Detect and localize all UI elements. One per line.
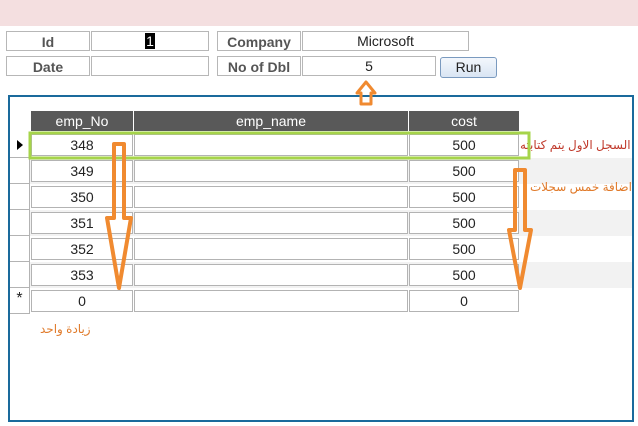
top-bar bbox=[0, 0, 638, 26]
emp-name-cell[interactable] bbox=[134, 264, 408, 286]
row-selector[interactable] bbox=[10, 184, 30, 210]
no-of-dbl-label: No of Dbl bbox=[217, 56, 301, 76]
emp-no-cell[interactable]: 350 bbox=[31, 186, 133, 208]
new-emp-name-cell[interactable] bbox=[134, 290, 408, 312]
date-field[interactable] bbox=[91, 56, 209, 76]
run-button[interactable]: Run bbox=[440, 57, 497, 78]
emp-no-cell[interactable]: 349 bbox=[31, 160, 133, 182]
cost-cell[interactable]: 500 bbox=[409, 212, 519, 234]
date-label: Date bbox=[6, 56, 90, 76]
column-header-emp-name[interactable]: emp_name bbox=[134, 111, 408, 131]
emp-no-cell[interactable]: 353 bbox=[31, 264, 133, 286]
row-selector[interactable] bbox=[10, 210, 30, 236]
cost-cell[interactable]: 500 bbox=[409, 134, 519, 156]
cost-cell[interactable]: 500 bbox=[409, 264, 519, 286]
row-selector[interactable] bbox=[10, 262, 30, 288]
id-value: 1 bbox=[145, 33, 155, 49]
company-field[interactable]: Microsoft bbox=[302, 31, 469, 51]
id-label: Id bbox=[6, 31, 90, 51]
new-emp-no-cell[interactable]: 0 bbox=[31, 290, 133, 312]
column-header-emp-no[interactable]: emp_No bbox=[31, 111, 133, 131]
emp-name-cell[interactable] bbox=[134, 212, 408, 234]
row-selector[interactable] bbox=[10, 158, 30, 184]
cost-cell[interactable]: 500 bbox=[409, 160, 519, 182]
new-cost-cell[interactable]: 0 bbox=[409, 290, 519, 312]
new-row-selector[interactable]: * bbox=[10, 288, 30, 314]
note-first-record: السجل الاول يتم كتابته bbox=[520, 138, 631, 152]
cost-cell[interactable]: 500 bbox=[409, 238, 519, 260]
row-selector[interactable] bbox=[10, 236, 30, 262]
emp-name-cell[interactable] bbox=[134, 160, 408, 182]
triangle-right-icon bbox=[16, 140, 23, 150]
emp-name-cell[interactable] bbox=[134, 186, 408, 208]
note-increment-one: زيادة واحد bbox=[40, 322, 91, 336]
emp-no-cell[interactable]: 352 bbox=[31, 238, 133, 260]
cost-cell[interactable]: 500 bbox=[409, 186, 519, 208]
id-field[interactable]: 1 bbox=[91, 31, 209, 51]
company-label: Company bbox=[217, 31, 301, 51]
emp-no-cell[interactable]: 348 bbox=[31, 134, 133, 156]
no-of-dbl-field[interactable]: 5 bbox=[302, 56, 436, 76]
emp-name-cell[interactable] bbox=[134, 238, 408, 260]
emp-name-cell[interactable] bbox=[134, 134, 408, 156]
emp-no-cell[interactable]: 351 bbox=[31, 212, 133, 234]
column-header-cost[interactable]: cost bbox=[409, 111, 519, 131]
row-selector-current[interactable] bbox=[10, 132, 30, 158]
note-add-five: اضافة خمس سجلات bbox=[530, 180, 632, 194]
